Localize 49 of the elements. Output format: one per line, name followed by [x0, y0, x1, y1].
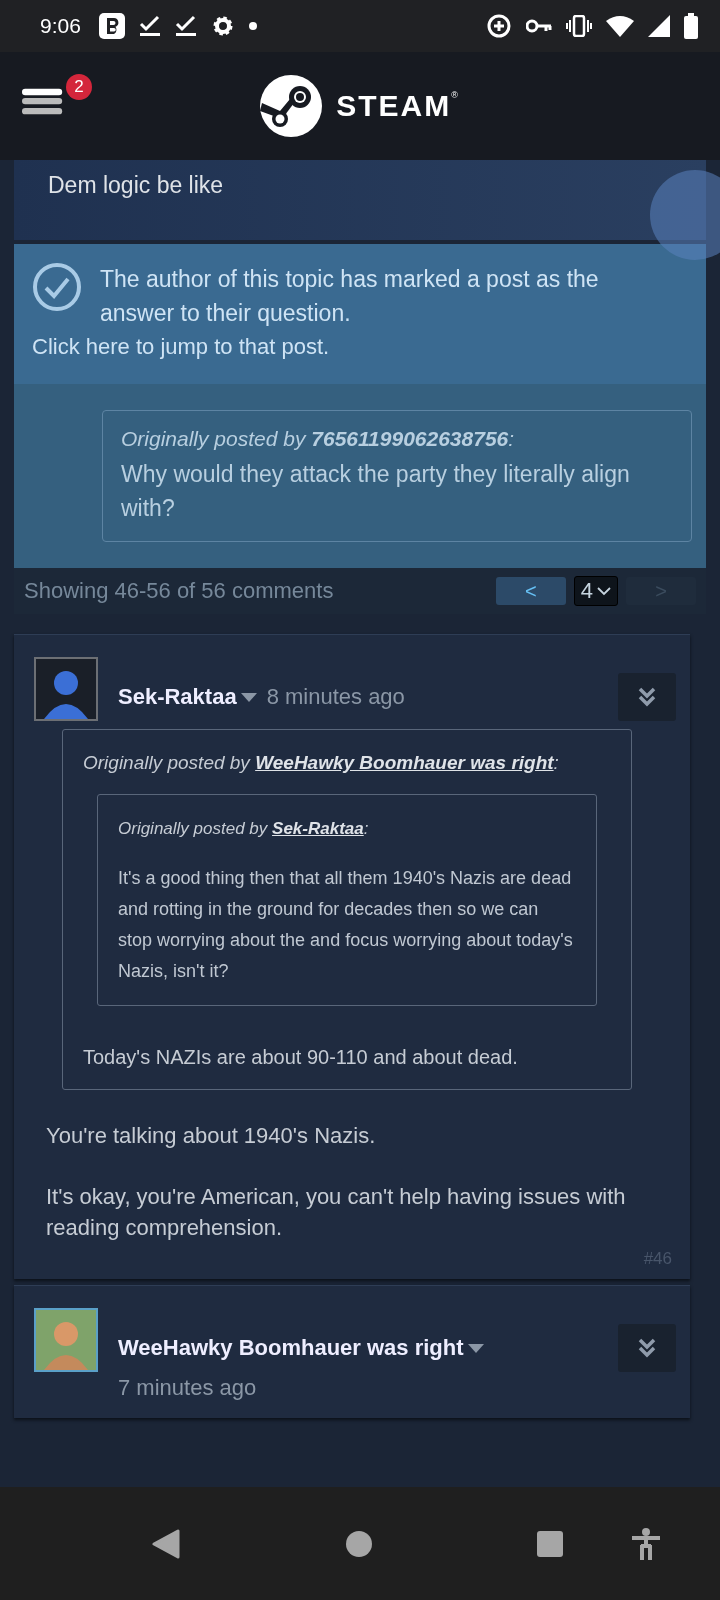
check-circle-icon — [32, 262, 82, 312]
comment-count: Showing 46-56 of 56 comments — [24, 578, 335, 604]
home-icon[interactable] — [346, 1530, 372, 1557]
back-icon[interactable] — [152, 1528, 180, 1559]
comment-text: It's okay, you're American, you can't help having issues with reading comprehension. — [46, 1183, 627, 1242]
notification-badge: 2 — [66, 74, 92, 100]
answer-notice-text: The author of this topic has marked a post as the answer to their question. — [100, 265, 600, 328]
page-select[interactable]: 4 — [573, 576, 618, 606]
double-chevron-icon — [638, 687, 656, 707]
data-saver-icon — [486, 13, 512, 39]
quote-text: It's a good thing then that all them 1940's Nazis are dead and rotting in the ground for decades then so we can stop worrying about the and focus worrying about today's Nazis, isn't it? — [118, 867, 574, 983]
quote-text: Why would they attack the party they literally align with? — [121, 460, 631, 523]
answer-notice[interactable]: The author of this topic has marked a post as the answer to their question. Click here to jump to that post. — [14, 244, 706, 384]
signal-icon — [648, 15, 670, 37]
steam-wordmark[interactable]: STEAM$^{®}$ — [336, 89, 460, 123]
floating-menu-button[interactable] — [650, 170, 720, 260]
author-name[interactable]: WeeHawky Boomhauer was right — [118, 1328, 464, 1368]
steam-logo-icon[interactable] — [260, 75, 323, 137]
caret-icon[interactable] — [467, 1343, 484, 1353]
quote-attribution: Originally posted by Sek-Raktaa: — [118, 819, 370, 839]
quote-text: Today's NAZIs are about 90-110 and about dead. — [83, 1046, 519, 1069]
post-time: 8 minutes ago — [266, 683, 405, 711]
quote-attribution: Originally posted by WeeHawky Boomhauer was right: — [83, 752, 560, 774]
battery-icon — [684, 13, 698, 39]
dot-icon — [248, 22, 257, 30]
wifi-icon — [606, 15, 634, 37]
vibrate-icon — [566, 15, 592, 37]
chevron-down-icon — [597, 586, 611, 596]
comment-text: You're talking about 1940's Nazis. — [46, 1122, 377, 1150]
check-icon — [174, 15, 197, 37]
key-icon — [526, 18, 552, 34]
author-link[interactable]: WeeHawky Boomhauer was right — [255, 752, 554, 773]
previous-page-button[interactable]: < — [495, 577, 566, 605]
accessibility-icon[interactable] — [631, 1527, 661, 1560]
jump-to-answer-link[interactable]: Click here to jump to that post. — [32, 330, 330, 364]
caret-icon[interactable] — [240, 692, 257, 702]
expand-button[interactable] — [618, 1324, 676, 1372]
avatar[interactable] — [34, 657, 98, 721]
quote-attribution: Originally posted by 76561199062638756: — [121, 427, 516, 451]
b-app-icon — [98, 13, 125, 39]
author-link[interactable]: Sek-Raktaa — [272, 819, 364, 838]
author-name[interactable]: Sek-Raktaa — [118, 677, 237, 717]
topic-text: Dem logic be like — [48, 172, 225, 199]
double-chevron-icon — [638, 1338, 656, 1358]
expand-button[interactable] — [618, 673, 676, 721]
check-icon — [138, 15, 161, 37]
post-time: 7 minutes ago — [118, 1374, 257, 1402]
recents-icon[interactable] — [537, 1530, 563, 1557]
clock: 9:06 — [40, 14, 81, 38]
